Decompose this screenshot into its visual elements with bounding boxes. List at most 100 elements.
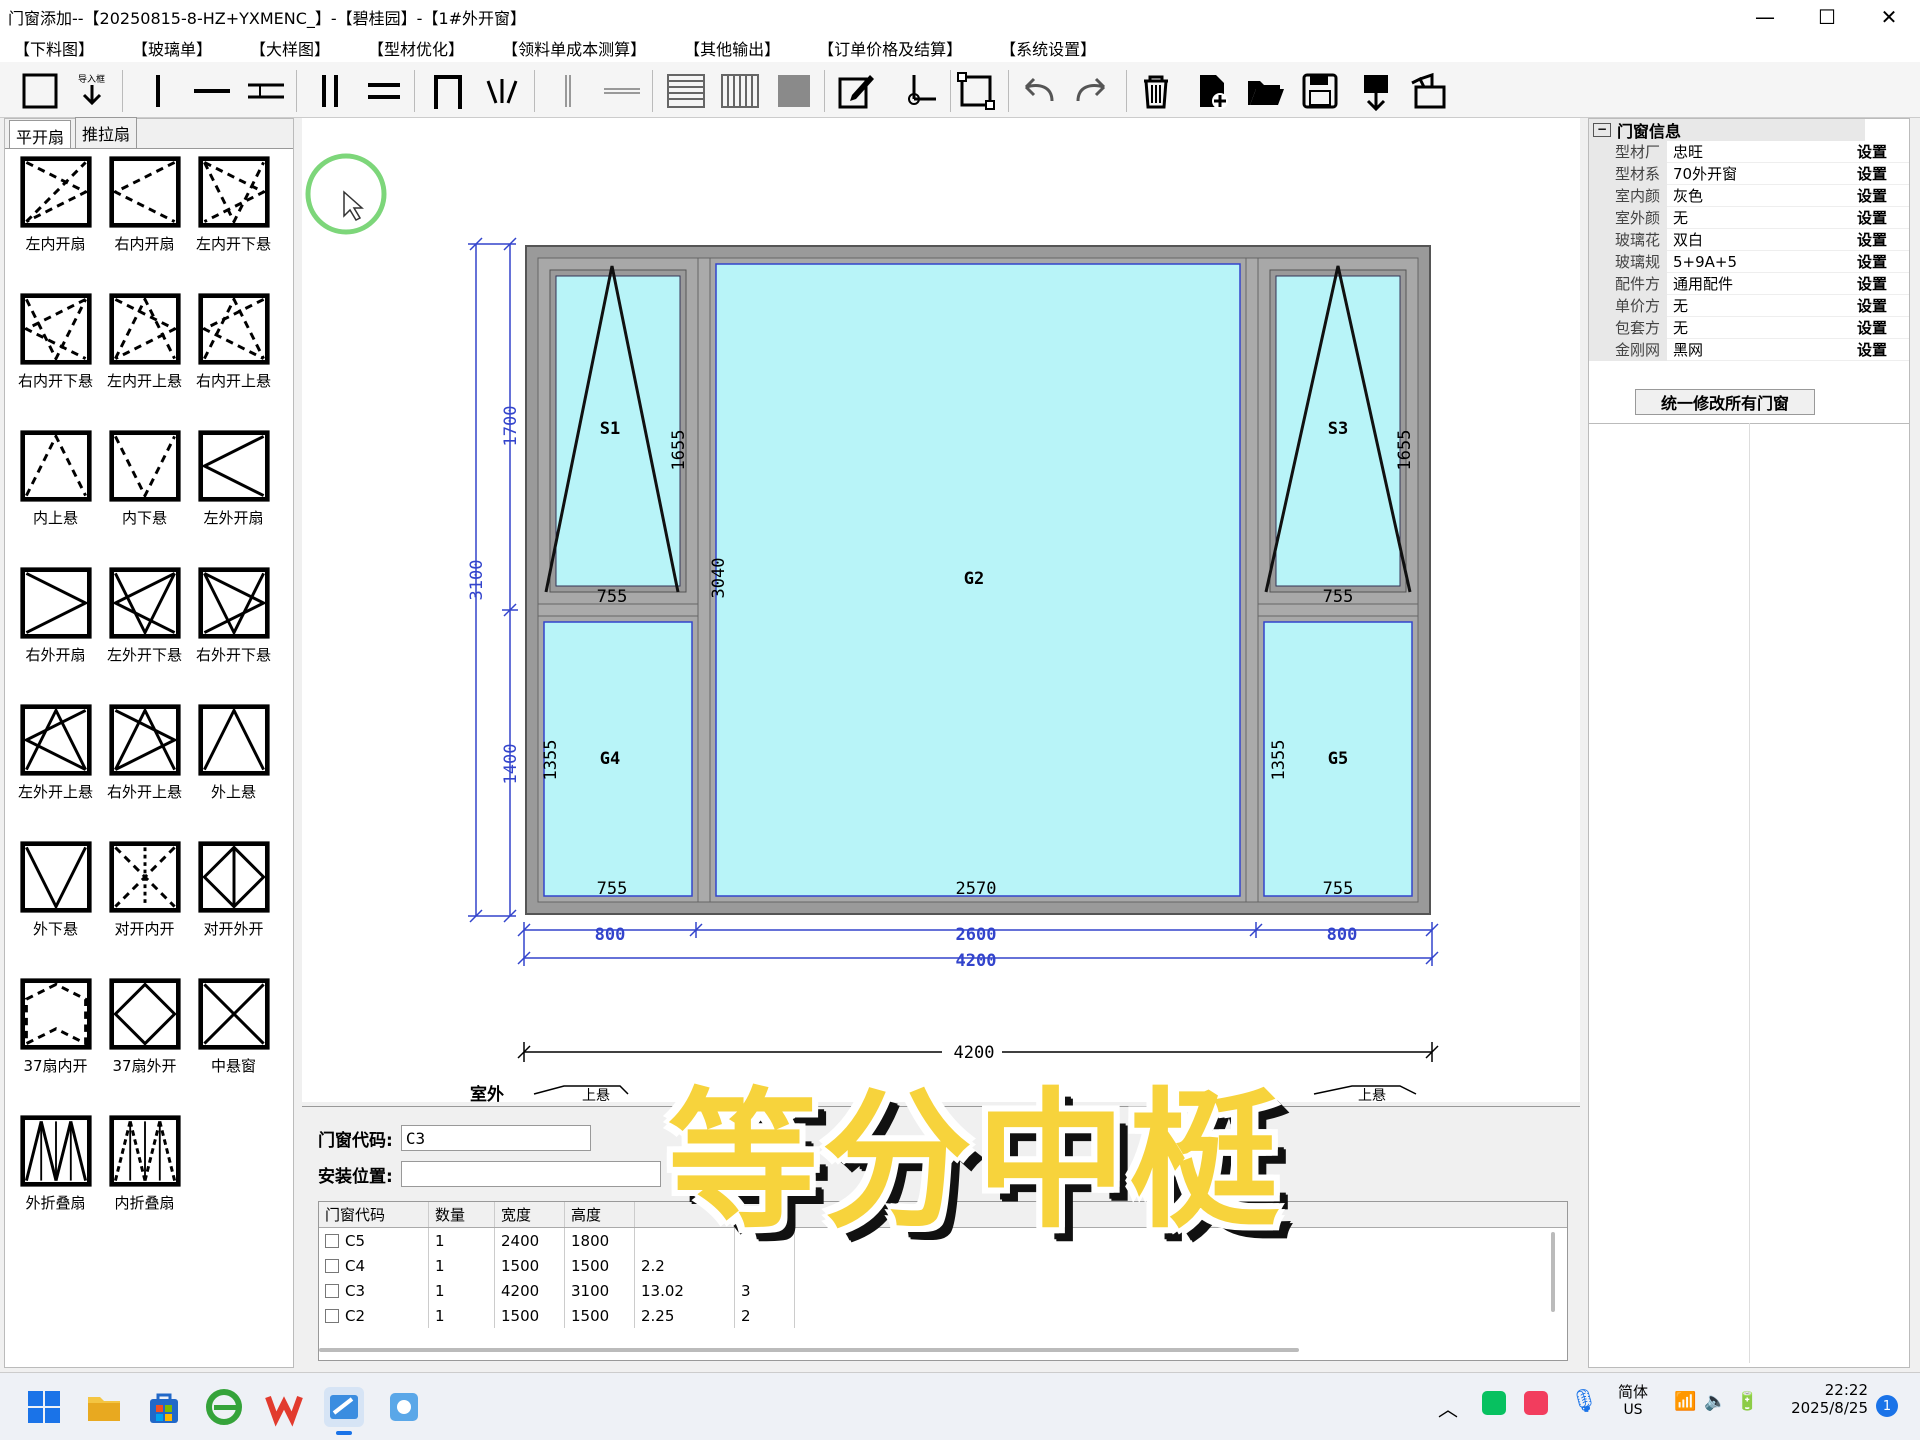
exit-icon[interactable] bbox=[1408, 70, 1452, 112]
undo-icon[interactable] bbox=[1016, 70, 1060, 112]
position-input[interactable] bbox=[400, 1161, 661, 1187]
active-app-icon[interactable] bbox=[324, 1387, 364, 1435]
row-checkbox[interactable] bbox=[325, 1258, 339, 1273]
prop-set-button[interactable]: 设置 bbox=[1839, 229, 1887, 250]
volume-icon[interactable]: 🔈 bbox=[1704, 1391, 1726, 1412]
menu-other-output[interactable]: 【其他输出】 bbox=[684, 36, 780, 60]
menu-glass-list[interactable]: 【玻璃单】 bbox=[132, 36, 212, 60]
sash-option-21[interactable]: 外折叠扇 bbox=[11, 1114, 100, 1251]
open-folder-icon[interactable] bbox=[1244, 70, 1288, 112]
sash-option-14[interactable]: 外上悬 bbox=[189, 703, 278, 840]
sash-option-10[interactable]: 左外开下悬 bbox=[100, 566, 189, 703]
minimize-button[interactable]: — bbox=[1734, 0, 1796, 34]
sash-option-13[interactable]: 右外开上悬 bbox=[100, 703, 189, 840]
fan-divider-icon[interactable] bbox=[480, 70, 524, 112]
sash-option-0[interactable]: 左内开扇 bbox=[11, 155, 100, 292]
prop-value[interactable]: 通用配件 bbox=[1667, 273, 1839, 294]
corner-icon[interactable] bbox=[896, 70, 940, 112]
prop-value[interactable]: 忠旺 bbox=[1667, 141, 1839, 162]
close-button[interactable]: ✕ bbox=[1858, 0, 1920, 34]
prop-set-button[interactable]: 设置 bbox=[1839, 163, 1887, 184]
menu-material-cost[interactable]: 【领料单成本测算】 bbox=[502, 36, 646, 60]
microphone-icon[interactable]: 🎙 bbox=[1570, 1389, 1598, 1414]
menu-profile-optimization[interactable]: 【型材优化】 bbox=[368, 36, 464, 60]
windows-start-icon[interactable] bbox=[24, 1387, 64, 1427]
transom-icon[interactable] bbox=[244, 70, 288, 112]
prop-set-button[interactable]: 设置 bbox=[1839, 273, 1887, 294]
sash-option-18[interactable]: 37扇内开 bbox=[11, 977, 100, 1114]
wechat-icon[interactable] bbox=[1482, 1391, 1506, 1415]
row-checkbox[interactable] bbox=[325, 1283, 339, 1298]
tray-expand-icon[interactable]: ︿ bbox=[1438, 1393, 1458, 1422]
thin-horizontal-icon[interactable] bbox=[600, 70, 644, 112]
menu-system-settings[interactable]: 【系统设置】 bbox=[1000, 36, 1096, 60]
prop-value[interactable]: 无 bbox=[1667, 295, 1839, 316]
horizontal-mullion-icon[interactable] bbox=[190, 70, 234, 112]
sash-option-4[interactable]: 左内开上悬 bbox=[100, 292, 189, 429]
import-frame-icon[interactable]: 导入框 bbox=[70, 70, 114, 112]
tab-casement-sash[interactable]: 平开扇 bbox=[9, 120, 72, 148]
export-icon[interactable] bbox=[1354, 70, 1398, 112]
sash-option-6[interactable]: 内上悬 bbox=[11, 429, 100, 566]
menu-detail-drawing[interactable]: 【大样图】 bbox=[250, 36, 330, 60]
sash-option-15[interactable]: 外下悬 bbox=[11, 840, 100, 977]
wifi-icon[interactable]: 📶 bbox=[1674, 1391, 1696, 1412]
sash-option-7[interactable]: 内下悬 bbox=[100, 429, 189, 566]
prop-set-button[interactable]: 设置 bbox=[1839, 295, 1887, 316]
edit-icon[interactable] bbox=[834, 70, 878, 112]
sash-option-2[interactable]: 左内开下悬 bbox=[189, 155, 278, 292]
sash-option-8[interactable]: 左外开扇 bbox=[189, 429, 278, 566]
menu-order-price[interactable]: 【订单价格及结算】 bbox=[818, 36, 962, 60]
double-horizontal-icon[interactable] bbox=[362, 70, 406, 112]
maximize-button[interactable]: ☐ bbox=[1796, 0, 1858, 34]
prop-set-button[interactable]: 设置 bbox=[1839, 251, 1887, 272]
vertical-scrollbar[interactable] bbox=[1551, 1232, 1555, 1312]
horizontal-scrollbar[interactable] bbox=[319, 1348, 1299, 1352]
col-qty[interactable]: 数量 bbox=[429, 1202, 495, 1227]
prop-value[interactable]: 黑网 bbox=[1667, 339, 1839, 360]
sash-option-12[interactable]: 左外开上悬 bbox=[11, 703, 100, 840]
table-row[interactable]: C4 1 1500 1500 2.2 bbox=[319, 1253, 1567, 1278]
save-icon[interactable] bbox=[1298, 70, 1342, 112]
sash-option-20[interactable]: 中悬窗 bbox=[189, 977, 278, 1114]
notification-badge[interactable]: 1 bbox=[1876, 1395, 1898, 1417]
row-checkbox[interactable] bbox=[325, 1308, 339, 1323]
col-width[interactable]: 宽度 bbox=[495, 1202, 565, 1227]
prop-set-button[interactable]: 设置 bbox=[1839, 339, 1887, 360]
prop-value[interactable]: 无 bbox=[1667, 207, 1839, 228]
door-info-header[interactable]: − 门窗信息 bbox=[1589, 119, 1865, 141]
vertical-mullion-icon[interactable] bbox=[136, 70, 180, 112]
col-code[interactable]: 门窗代码 bbox=[319, 1202, 429, 1227]
prop-set-button[interactable]: 设置 bbox=[1839, 185, 1887, 206]
table-row[interactable]: C2 1 1500 1500 2.25 2 bbox=[319, 1303, 1567, 1328]
collapse-icon[interactable]: − bbox=[1593, 123, 1611, 137]
delete-icon[interactable] bbox=[1134, 70, 1178, 112]
prop-set-button[interactable]: 设置 bbox=[1839, 207, 1887, 228]
sash-option-19[interactable]: 37扇外开 bbox=[100, 977, 189, 1114]
col-height[interactable]: 高度 bbox=[565, 1202, 635, 1227]
prop-value[interactable]: 双白 bbox=[1667, 229, 1839, 250]
menu-cutting-drawing[interactable]: 【下料图】 bbox=[14, 36, 94, 60]
sash-option-22[interactable]: 内折叠扇 bbox=[100, 1114, 189, 1251]
tab-sliding-sash[interactable]: 推拉扇 bbox=[75, 117, 138, 148]
battery-icon[interactable]: 🔋 bbox=[1736, 1391, 1758, 1412]
prop-set-button[interactable]: 设置 bbox=[1839, 317, 1887, 338]
horizontal-louver-icon[interactable] bbox=[664, 70, 708, 112]
new-file-icon[interactable] bbox=[1190, 70, 1234, 112]
sash-option-1[interactable]: 右内开扇 bbox=[100, 155, 189, 292]
prop-set-button[interactable]: 设置 bbox=[1839, 141, 1887, 162]
frame-icon[interactable] bbox=[18, 70, 62, 112]
sash-option-11[interactable]: 右外开下悬 bbox=[189, 566, 278, 703]
ime-indicator[interactable]: 简体 US bbox=[1618, 1381, 1648, 1418]
sash-option-17[interactable]: 对开外开 bbox=[189, 840, 278, 977]
redo-icon[interactable] bbox=[1070, 70, 1114, 112]
wps-icon[interactable] bbox=[264, 1387, 304, 1427]
app-icon[interactable] bbox=[384, 1387, 424, 1427]
table-row[interactable]: C3 1 4200 3100 13.02 3 bbox=[319, 1278, 1567, 1303]
door-frame-icon[interactable] bbox=[426, 70, 470, 112]
window-drawing[interactable]: S1 S3 G2 G4 G5 1655 1655 3040 1355 1355 … bbox=[302, 118, 1580, 1105]
row-checkbox[interactable] bbox=[325, 1233, 339, 1248]
store-icon[interactable] bbox=[144, 1387, 184, 1427]
file-explorer-icon[interactable] bbox=[84, 1387, 124, 1427]
sash-option-3[interactable]: 右内开下悬 bbox=[11, 292, 100, 429]
